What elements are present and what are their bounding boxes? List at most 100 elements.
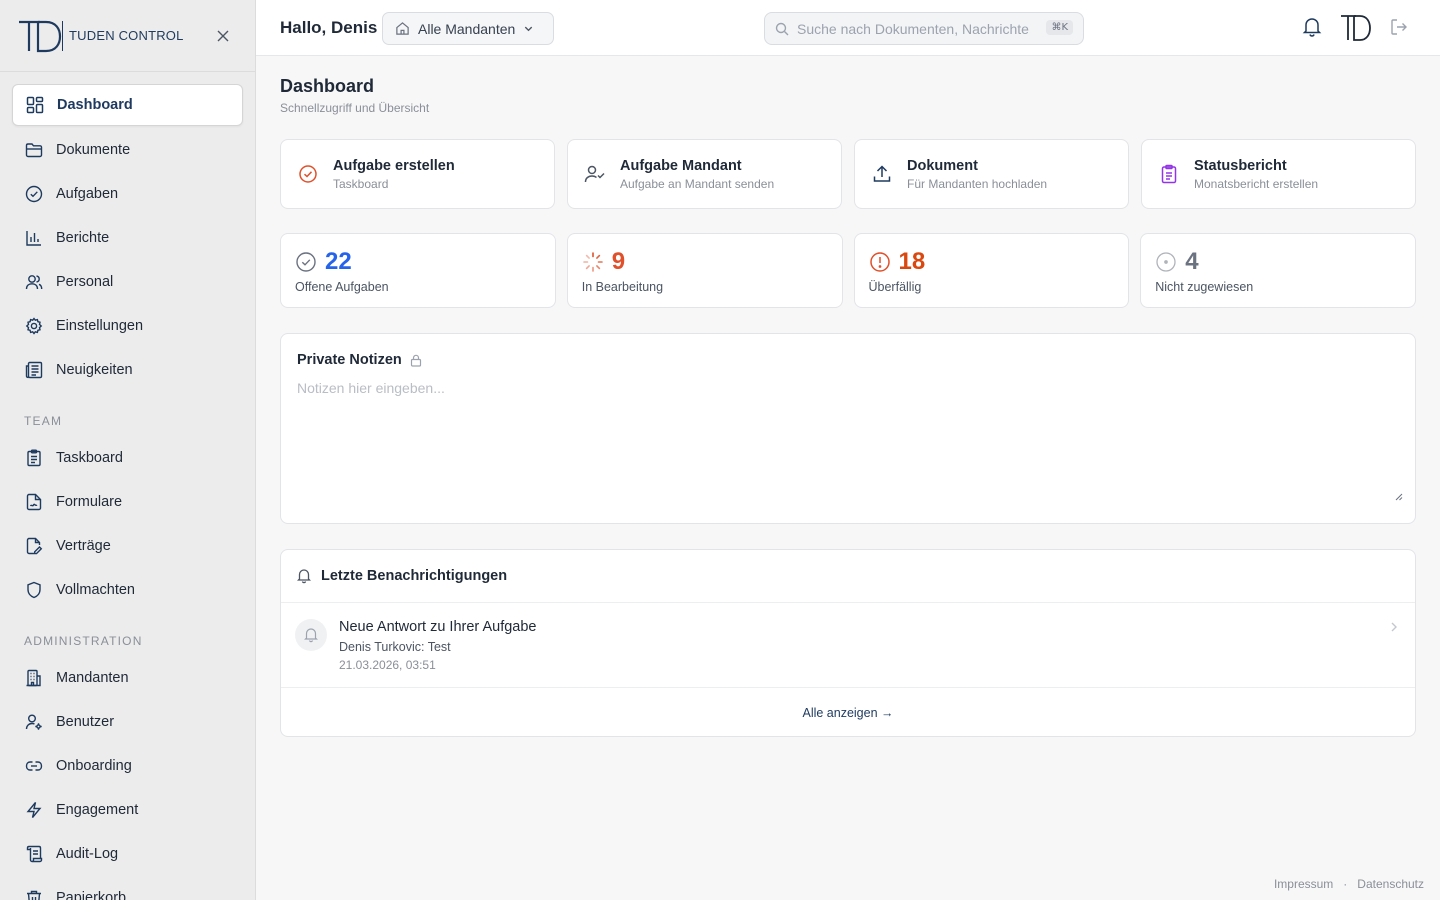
link-icon bbox=[24, 756, 44, 776]
sidebar-item-mandanten[interactable]: Mandanten bbox=[12, 658, 243, 698]
private-notes: Private Notizen bbox=[280, 333, 1416, 524]
chevron-right-icon bbox=[1391, 622, 1397, 632]
file-edit-icon bbox=[24, 536, 44, 556]
notification-time: 21.03.2026, 03:51 bbox=[339, 658, 436, 672]
greeting: Hallo, Denis bbox=[280, 18, 378, 37]
sidebar-item-aufgaben[interactable]: Aufgaben bbox=[12, 174, 243, 214]
sidebar-item-dokumente[interactable]: Dokumente bbox=[12, 130, 243, 170]
quick-action-aufgabe-mandant[interactable]: Aufgabe Mandant Aufgabe an Mandant sende… bbox=[567, 139, 842, 209]
footer: Impressum · Datenschutz bbox=[1274, 877, 1424, 891]
stat-label: In Bearbeitung bbox=[581, 280, 664, 294]
stat-nicht-zugewiesen[interactable]: 4 Nicht zugewiesen bbox=[1140, 233, 1416, 308]
check-circle-icon bbox=[296, 252, 316, 272]
loader-icon bbox=[582, 252, 603, 272]
sidebar-item-berichte[interactable]: Berichte bbox=[12, 218, 243, 258]
sidebar-item-vollmachten[interactable]: Vollmachten bbox=[12, 570, 243, 610]
sidebar: TUDEN CONTROL Dashboard Dokumente Aufgab… bbox=[0, 0, 256, 900]
shield-icon bbox=[24, 580, 44, 600]
profile-button[interactable] bbox=[1340, 14, 1372, 47]
sidebar-item-label: Benutzer bbox=[56, 714, 115, 730]
sidebar-item-taskboard[interactable]: Taskboard bbox=[12, 438, 243, 478]
user-check-icon bbox=[584, 163, 606, 185]
quick-action-title: Statusbericht bbox=[1194, 157, 1287, 174]
notes-textarea[interactable] bbox=[297, 380, 1401, 502]
check-circle-icon bbox=[297, 163, 319, 185]
stat-value: 18 bbox=[898, 248, 926, 275]
layout-grid-icon bbox=[25, 95, 45, 115]
sidebar-item-neuigkeiten[interactable]: Neuigkeiten bbox=[12, 350, 243, 390]
sidebar-item-personal[interactable]: Personal bbox=[12, 262, 243, 302]
sidebar-item-vertraege[interactable]: Verträge bbox=[12, 526, 243, 566]
brand: TUDEN CONTROL bbox=[0, 0, 255, 72]
sidebar-item-label: Formulare bbox=[56, 494, 123, 510]
quick-action-statusbericht[interactable]: Statusbericht Monatsbericht erstellen bbox=[1141, 139, 1416, 209]
notification-message: Denis Turkovic: Test bbox=[339, 640, 451, 654]
nav-section-team: TEAM bbox=[24, 414, 63, 428]
sidebar-item-dashboard[interactable]: Dashboard bbox=[12, 84, 243, 126]
stat-in-bearbeitung[interactable]: 9 In Bearbeitung bbox=[566, 233, 843, 308]
notifications-header: Letzte Benachrichtigungen bbox=[281, 550, 1415, 603]
notification-title: Neue Antwort zu Ihrer Aufgabe bbox=[339, 619, 537, 635]
resize-handle-icon[interactable] bbox=[1395, 493, 1403, 501]
sidebar-item-label: Papierkorb bbox=[56, 890, 127, 900]
lock-icon bbox=[410, 354, 421, 367]
quick-action-subtitle: Monatsbericht erstellen bbox=[1194, 176, 1319, 191]
sidebar-item-einstellungen[interactable]: Einstellungen bbox=[12, 306, 243, 346]
td-logo-icon bbox=[19, 20, 62, 52]
show-all-notifications-link[interactable]: Alle anzeigen → bbox=[281, 706, 1415, 720]
sidebar-item-papierkorb[interactable]: Papierkorb bbox=[12, 878, 243, 900]
client-select-value: Alle Mandanten bbox=[418, 20, 516, 37]
sidebar-item-label: Mandanten bbox=[56, 670, 129, 686]
gear-icon bbox=[24, 316, 44, 336]
page-title: Dashboard bbox=[280, 76, 375, 96]
impressum-link[interactable]: Impressum bbox=[1274, 877, 1333, 891]
bell-icon bbox=[1302, 18, 1322, 37]
stat-offene-aufgaben[interactable]: 22 Offene Aufgaben bbox=[280, 233, 556, 308]
quick-action-title: Aufgabe Mandant bbox=[620, 157, 742, 174]
stat-ueberfaellig[interactable]: 18 Überfällig bbox=[853, 233, 1130, 308]
quick-action-subtitle: Taskboard bbox=[333, 176, 389, 191]
sidebar-item-formulare[interactable]: Formulare bbox=[12, 482, 243, 522]
newspaper-icon bbox=[24, 360, 44, 380]
sidebar-item-label: Berichte bbox=[56, 230, 110, 246]
building-icon bbox=[24, 668, 44, 688]
logout-icon bbox=[1391, 19, 1407, 35]
bell-icon bbox=[304, 628, 318, 643]
sidebar-item-engagement[interactable]: Engagement bbox=[12, 790, 243, 830]
client-select[interactable]: Alle Mandanten bbox=[382, 12, 554, 45]
sidebar-item-label: Aufgaben bbox=[56, 186, 119, 202]
trash-icon bbox=[24, 888, 44, 900]
stat-value: 9 bbox=[611, 248, 626, 275]
main-content: Dashboard Schnellzugriff und Übersicht A… bbox=[280, 56, 1416, 737]
quick-action-dokument[interactable]: Dokument Für Mandanten hochladen bbox=[854, 139, 1129, 209]
stat-value: 22 bbox=[325, 248, 352, 275]
chevron-down-icon bbox=[525, 26, 533, 32]
logout-button[interactable] bbox=[1390, 18, 1408, 41]
clipboard-list-icon bbox=[1158, 163, 1180, 185]
notifications-button[interactable] bbox=[1302, 16, 1322, 43]
notification-item[interactable]: Neue Antwort zu Ihrer Aufgabe Denis Turk… bbox=[281, 603, 1415, 688]
search-box[interactable]: ⌘K bbox=[764, 12, 1084, 45]
home-icon bbox=[396, 22, 409, 35]
quick-action-title: Dokument bbox=[907, 157, 978, 174]
quick-action-title: Aufgabe erstellen bbox=[333, 157, 455, 174]
quick-action-aufgabe-erstellen[interactable]: Aufgabe erstellen Taskboard bbox=[280, 139, 555, 209]
private-notes-title: Private Notizen bbox=[297, 352, 422, 368]
sidebar-item-benutzer[interactable]: Benutzer bbox=[12, 702, 243, 742]
search-input[interactable] bbox=[797, 20, 1029, 37]
brand-logo[interactable]: TUDEN CONTROL bbox=[18, 19, 184, 53]
notifications-title: Letzte Benachrichtigungen bbox=[321, 568, 508, 584]
bell-icon bbox=[297, 569, 311, 584]
close-sidebar-button[interactable] bbox=[213, 26, 233, 46]
sidebar-item-label: Onboarding bbox=[56, 758, 132, 774]
page-subtitle: Schnellzugriff und Übersicht bbox=[280, 101, 430, 115]
users-icon bbox=[24, 272, 44, 292]
datenschutz-link[interactable]: Datenschutz bbox=[1357, 877, 1424, 891]
stats: 22 Offene Aufgaben 9 In Bearbeitung 18 Ü… bbox=[280, 233, 1416, 308]
sidebar-item-audit-log[interactable]: Audit-Log bbox=[12, 834, 243, 874]
sidebar-item-label: Dokumente bbox=[56, 142, 131, 158]
check-circle-icon bbox=[24, 184, 44, 204]
stat-label: Offene Aufgaben bbox=[295, 280, 389, 294]
sidebar-item-onboarding[interactable]: Onboarding bbox=[12, 746, 243, 786]
footer-separator: · bbox=[1343, 877, 1348, 891]
